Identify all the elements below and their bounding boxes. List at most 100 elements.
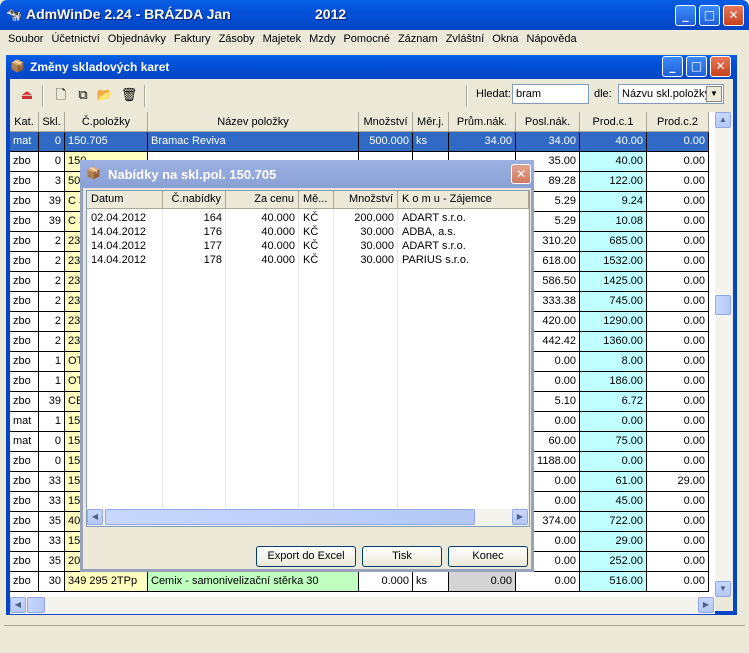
table-cell-kat: mat — [10, 412, 39, 432]
end-button[interactable]: Konec — [448, 546, 528, 567]
chevron-down-icon[interactable]: ▼ — [706, 86, 722, 102]
export-excel-button[interactable]: Export do Excel — [256, 546, 356, 567]
open-folder-icon[interactable]: 📂 — [96, 86, 114, 104]
scroll-right-icon[interactable]: ▶ — [698, 597, 714, 613]
new-document-icon[interactable]: 🗋 — [52, 86, 70, 104]
menu-item[interactable]: Okna — [488, 30, 522, 45]
table-cell-p1: 75.00 — [580, 432, 647, 452]
table-cell-p1: 9.24 — [580, 192, 647, 212]
column-header[interactable]: Prod.c.1 — [580, 112, 647, 132]
column-header[interactable]: Množství — [359, 112, 413, 132]
table-cell-kat: mat — [10, 432, 39, 452]
table-cell-p1: 40.00 — [580, 152, 647, 172]
menu-item[interactable]: Zvláštní — [442, 30, 489, 45]
offer-cell-cena: 40.000 — [261, 212, 295, 224]
menu-item[interactable]: Zásoby — [215, 30, 259, 45]
search-by-select[interactable]: Názvu skl.položky ▼ — [618, 84, 724, 104]
table-cell-skl: 39 — [39, 392, 65, 412]
table-cell-p2: 0.00 — [647, 532, 709, 552]
column-header[interactable]: Měr.j. — [413, 112, 449, 132]
table-cell-skl: 1 — [39, 412, 65, 432]
child-title: Změny skladových karet — [30, 60, 170, 74]
offer-cell-komu: ADART s.r.o. — [402, 212, 466, 224]
table-cell-p1: 1425.00 — [580, 272, 647, 292]
list-item[interactable]: 02.04.2012 164 40.000 KČ 200.000 ADART s.r.o. — [87, 211, 529, 225]
table-row[interactable]: mat 0 150.705 Bramac Reviva 500.000 ks 34.00 34… — [10, 132, 709, 152]
table-cell-skl: 1 — [39, 372, 65, 392]
scroll-left-icon[interactable]: ◀ — [87, 509, 103, 525]
dialog-close-button[interactable]: ✕ — [511, 164, 531, 184]
menu-item[interactable]: Pomocné — [339, 30, 393, 45]
horizontal-scrollbar[interactable]: ◀ ▶ — [10, 597, 715, 614]
column-header[interactable]: Č.nabídky — [163, 191, 226, 209]
list-item[interactable]: 14.04.2012 177 40.000 KČ 30.000 ADART s.r.o. — [87, 239, 529, 253]
scroll-down-icon[interactable]: ▼ — [715, 581, 731, 597]
table-cell-p1: 1360.00 — [580, 332, 647, 352]
scroll-thumb[interactable] — [715, 295, 731, 315]
app-title-bar[interactable]: 🐄 AdmWinDe 2.24 - BRÁZDA Jan 2012 _ □ ✕ — [0, 0, 749, 30]
table-row[interactable]: zbo 30 349 295 2TPp Cemix - samonivelizační… — [10, 572, 709, 592]
column-header[interactable]: Za cenu — [226, 191, 299, 209]
offer-cell-mnozstvi: 30.000 — [360, 254, 394, 266]
search-input[interactable] — [512, 84, 589, 104]
list-item[interactable]: 14.04.2012 176 40.000 KČ 30.000 ADBA, a.s. — [87, 225, 529, 239]
menu-item[interactable]: Majetek — [259, 30, 306, 45]
child-minimize-button[interactable]: _ — [662, 56, 683, 77]
menu-item[interactable]: Účetnictví — [47, 30, 103, 45]
scroll-up-icon[interactable]: ▲ — [715, 112, 731, 128]
menu-item[interactable]: Záznam — [394, 30, 442, 45]
child-maximize-button[interactable]: □ — [686, 56, 707, 77]
minimize-button[interactable]: _ — [675, 5, 696, 26]
column-header[interactable]: Množství — [334, 191, 398, 209]
list-item[interactable]: 14.04.2012 178 40.000 KČ 30.000 PARIUS s.r.o. — [87, 253, 529, 267]
menu-item[interactable]: Nápověda — [523, 30, 581, 45]
column-header[interactable]: Prům.nák. — [449, 112, 516, 132]
column-header[interactable]: Prod.c.2 — [647, 112, 709, 132]
search-label: Hledat: — [476, 88, 511, 100]
vertical-scrollbar[interactable]: ▲ ▼ — [715, 112, 732, 597]
column-header[interactable]: Datum — [87, 191, 163, 209]
close-button[interactable]: ✕ — [723, 5, 744, 26]
scroll-thumb[interactable] — [105, 509, 475, 525]
table-cell-kat: zbo — [10, 572, 39, 592]
table-cell-skl: 33 — [39, 472, 65, 492]
offer-cell-mena: KČ — [303, 226, 319, 238]
table-cell-skl: 0 — [39, 432, 65, 452]
child-close-button[interactable]: ✕ — [710, 56, 731, 77]
table-cell-p1: 10.08 — [580, 212, 647, 232]
copy-icon[interactable]: ⧉ — [74, 86, 92, 104]
scroll-thumb[interactable] — [27, 597, 45, 613]
menu-item[interactable]: Soubor — [4, 30, 47, 45]
offer-cell-mnozstvi: 200.000 — [354, 212, 394, 224]
print-button[interactable]: Tisk — [362, 546, 442, 567]
offer-cell-datum: 14.04.2012 — [91, 226, 147, 238]
menu-item[interactable]: Mzdy — [305, 30, 339, 45]
offer-cell-cislo: 177 — [203, 240, 222, 252]
column-header[interactable]: Č.položky — [65, 112, 148, 132]
column-header[interactable]: Název položky — [148, 112, 359, 132]
table-cell-kat: zbo — [10, 252, 39, 272]
table-cell-kat: zbo — [10, 192, 39, 212]
column-header[interactable]: K o m u - Zájemce — [398, 191, 529, 209]
delete-icon[interactable]: 🗑 — [120, 86, 138, 104]
column-header[interactable]: Posl.nák. — [516, 112, 580, 132]
child-title-bar[interactable]: 📦 Změny skladových karet _ □ ✕ — [6, 55, 737, 79]
menu-item[interactable]: Faktury — [170, 30, 215, 45]
table-cell-p2: 0.00 — [647, 492, 709, 512]
table-cell-p1: 61.00 — [580, 472, 647, 492]
column-header[interactable]: Kat. — [10, 112, 39, 132]
table-cell-p1: 745.00 — [580, 292, 647, 312]
table-cell-p1: 40.00 — [580, 132, 647, 152]
scroll-right-icon[interactable]: ▶ — [512, 509, 528, 525]
table-cell-p2: 0.00 — [647, 132, 709, 152]
scroll-left-icon[interactable]: ◀ — [10, 597, 26, 613]
exit-icon[interactable]: ⏏ — [18, 86, 36, 104]
column-header[interactable]: Mě... — [299, 191, 334, 209]
dialog-horizontal-scrollbar[interactable]: ◀ ▶ — [87, 509, 529, 526]
table-cell-kat: mat — [10, 132, 39, 152]
column-header[interactable]: Skl. — [39, 112, 65, 132]
dialog-title-bar[interactable]: 📦 Nabídky na skl.pol. 150.705 — [80, 160, 534, 188]
menu-item[interactable]: Objednávky — [104, 30, 170, 45]
table-cell-p2: 0.00 — [647, 512, 709, 532]
maximize-button[interactable]: □ — [699, 5, 720, 26]
